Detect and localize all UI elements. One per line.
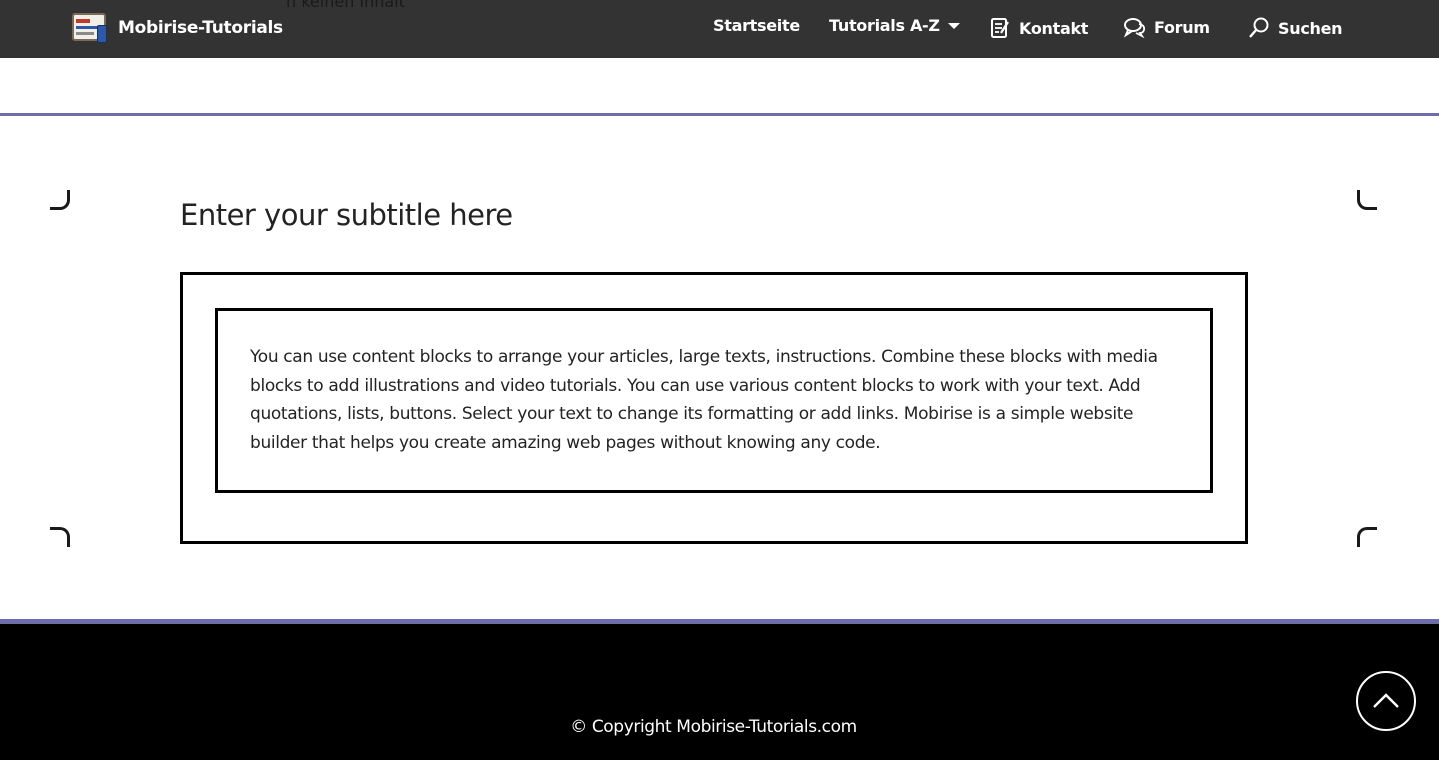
brand-logo-icon: [70, 9, 110, 47]
nav-item-startseite[interactable]: Startseite: [713, 16, 800, 35]
page-footer: © Copyright Mobirise-Tutorials.com: [0, 619, 1439, 760]
chevron-down-icon: [947, 22, 960, 29]
nav-item-forum[interactable]: Forum: [1123, 16, 1210, 38]
corner-bracket-bottom-right: [1357, 527, 1377, 547]
brand-name: Mobirise-Tutorials: [118, 18, 283, 38]
search-icon: [1249, 17, 1269, 38]
tooltip-text: n keinen Inhalt: [286, 0, 405, 11]
corner-bracket-top-right: [1357, 190, 1377, 210]
brand-link[interactable]: Mobirise-Tutorials: [70, 9, 283, 47]
nav-item-label: Startseite: [713, 16, 800, 35]
top-navbar: n keinen Inhalt Mobirise-Tutorials Start…: [0, 0, 1439, 58]
nav-item-label: Forum: [1154, 17, 1210, 37]
nav-item-label: Kontakt: [1019, 18, 1089, 38]
scroll-to-top-button[interactable]: [1356, 671, 1416, 731]
section-divider-top: [0, 113, 1439, 116]
corner-bracket-bottom-left: [50, 527, 70, 547]
nav-item-label: Suchen: [1278, 18, 1343, 38]
chat-bubbles-icon: [1123, 18, 1146, 38]
section-subtitle: Enter your subtitle here: [180, 198, 513, 232]
content-body-text: You can use content blocks to arrange yo…: [250, 347, 1158, 454]
nav-item-kontakt[interactable]: Kontakt: [990, 16, 1088, 40]
corner-bracket-top-left: [50, 190, 70, 210]
section-divider-bottom: [0, 619, 1439, 624]
footer-copyright: © Copyright Mobirise-Tutorials.com: [570, 717, 857, 737]
nav-item-label: Tutorials A-Z: [829, 16, 940, 35]
nav-item-suchen[interactable]: Suchen: [1247, 16, 1343, 40]
nav-item-tutorials-a-z[interactable]: Tutorials A-Z: [829, 16, 960, 35]
edit-note-icon: [991, 18, 1009, 38]
chevron-up-icon: [1373, 693, 1399, 708]
